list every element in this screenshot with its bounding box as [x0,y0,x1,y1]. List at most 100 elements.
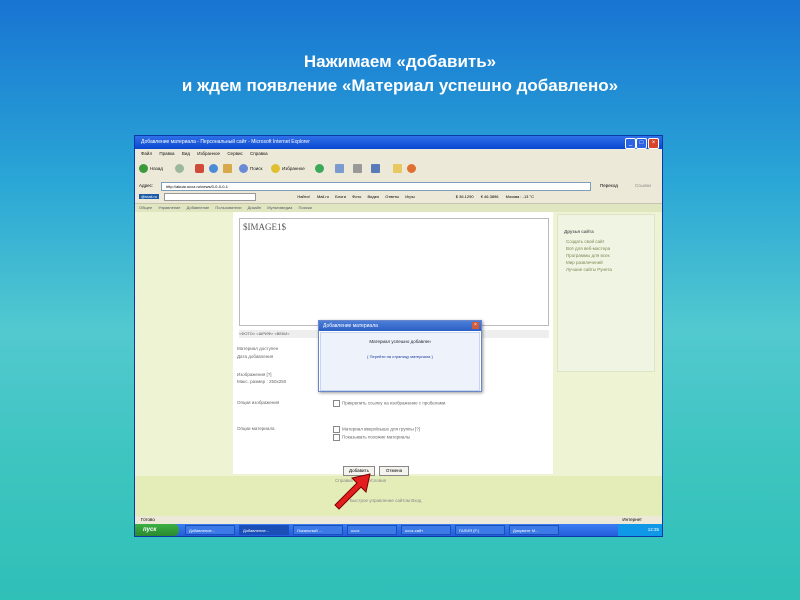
taskbar-item[interactable]: Добавление... [239,525,289,535]
status-zone: Интернет [622,517,642,522]
sidebar-link[interactable]: Создать свой сайт [566,238,654,245]
link-photo[interactable]: Фото [352,194,361,199]
taskbar-item[interactable]: Локальный ... [293,525,343,535]
menu-view[interactable]: Вид [182,151,190,156]
success-dialog: Добавление материала × Материал успешно … [318,320,482,392]
field-label: Опции материала [237,426,275,431]
forward-button[interactable] [175,163,186,174]
checkbox[interactable] [333,426,340,433]
nav-search[interactable]: Поиски [298,205,311,210]
folder-button[interactable] [393,163,404,174]
dialog-message: Материал успешно добавлен [369,339,431,344]
mailru-search-input[interactable] [164,192,257,201]
minimize-button[interactable]: _ [625,138,636,149]
links-label[interactable]: Ссылки [635,180,651,191]
folder-icon [393,164,402,174]
field-label: Дата добавления [237,354,274,359]
messenger-button[interactable] [407,163,418,174]
nav-general[interactable]: Общее [139,205,152,210]
sidebar-header: Друзья сайта [564,229,594,234]
link-video[interactable]: Видео [367,194,379,199]
browser-screenshot: Добавление материала - Персональный сайт… [135,136,662,536]
red-pointer-arrow-icon [334,473,371,510]
sidebar-link[interactable]: Лучшие сайты Рунета [566,266,654,273]
taskbar-item[interactable]: Добавление... [185,525,235,535]
taskbar-item[interactable]: ГАЛИЯ (F:) [455,525,505,535]
media-button[interactable] [315,163,326,174]
mailru-toolbar: @mail.ru Найти! Mail.ru Блоги Фото Видео… [135,191,662,204]
link-blogs[interactable]: Блоги [335,194,346,199]
menu-file[interactable]: Файл [141,151,152,156]
sidebar-link[interactable]: Программы для всех [566,252,654,259]
taskbar-item[interactable]: ucoz [347,525,397,535]
address-label: Адрес: [139,183,154,188]
mail-button[interactable] [335,163,346,174]
sidebar-link[interactable]: Мир развлечений [566,259,654,266]
field-control[interactable]: Материал вверх/выше для группы [?] [333,426,420,433]
stop-icon [195,164,204,174]
mailru-logo[interactable]: @mail.ru [139,194,160,199]
printer-icon [353,164,362,174]
checkbox[interactable] [333,434,340,441]
nav-design[interactable]: Дизайн [248,205,261,210]
dialog-body: Материал успешно добавлен [ Перейти на с… [320,332,480,391]
usd-rate: $ 36.1290 [455,194,474,199]
maximize-button[interactable]: □ [636,138,647,149]
close-button[interactable]: × [648,138,659,149]
favorites-button[interactable]: Избранное [271,163,305,174]
field-label: Изображения [?] [237,372,272,377]
nav-users[interactable]: Пользователи [215,205,241,210]
dialog-close-icon[interactable]: × [472,322,479,329]
search-button[interactable]: Поиск [239,163,262,174]
search-icon [239,164,248,174]
home-icon [223,164,232,174]
media-icon [315,164,324,174]
back-button[interactable]: Назад [139,163,163,174]
refresh-icon [209,164,218,174]
menu-tools[interactable]: Сервис [227,151,242,156]
nav-control[interactable]: Управление [158,205,180,210]
taskbar-item[interactable]: Документ М... [509,525,559,535]
edit-button[interactable] [371,163,382,174]
field-label: Опции изображения [237,400,280,405]
back-arrow-icon [139,164,148,174]
refresh-button[interactable] [209,163,220,174]
browser-toolbar: Назад Поиск Избранное [135,158,662,181]
taskbar: пуск Добавление... Добавление... Локальн… [135,524,662,536]
sidebar-link[interactable]: Всё для веб-мастера [566,245,654,252]
field-control[interactable]: Прикрепить ссылку на изображение с пробе… [333,400,445,407]
mailru-find-button[interactable]: Найти! [297,194,310,199]
forward-arrow-icon [175,164,184,174]
field-label: Материал доступен [237,346,279,351]
print-button[interactable] [353,163,364,174]
menu-edit[interactable]: Правка [159,151,174,156]
dialog-link[interactable]: [ Перейти на страницу материала ] [321,344,479,359]
stop-button[interactable] [195,163,206,174]
field-control[interactable]: Показывать похожие материалы [333,434,410,441]
checkbox[interactable] [333,400,340,407]
eur-rate: € 46.3896 [480,194,499,199]
menu-help[interactable]: Справка [250,151,268,156]
home-button[interactable] [223,163,234,174]
field-label: Макс. размер : 250x250 [237,379,287,384]
taskbar-item[interactable]: ucoz-сайт [401,525,451,535]
address-input[interactable]: http://akuar.ucoz.ru/news/0-0-0-0-1 [161,182,591,191]
mail-icon [335,164,344,174]
link-games[interactable]: Игры [405,194,414,199]
nav-add[interactable]: Добавление [187,205,210,210]
link-answers[interactable]: Ответы [385,194,399,199]
heading-line-1: Нажимаем «добавить» [303,52,497,71]
go-button[interactable]: Переход [600,180,618,191]
start-button[interactable]: пуск [135,524,179,536]
nav-multimedia[interactable]: Мультимедиа [267,205,292,210]
star-icon [271,164,280,174]
link-mail[interactable]: Mail.ru [317,194,329,199]
system-tray-clock: 12:35 [618,524,662,536]
slide-heading: Нажимаем «добавить» и ждем появление «Ма… [0,50,800,98]
cancel-button[interactable]: Отмена [379,466,409,476]
site-footer: Справка Форум Условия Быстрое управление… [135,476,662,516]
text-editor[interactable]: $IMAGE1$ [239,218,549,326]
address-bar: Адрес: http://akuar.ucoz.ru/news/0-0-0-0… [135,180,662,191]
menu-favorites[interactable]: Избранное [197,151,220,156]
sidebar: Друзья сайта Создать свой сайт Всё для в… [557,214,655,372]
